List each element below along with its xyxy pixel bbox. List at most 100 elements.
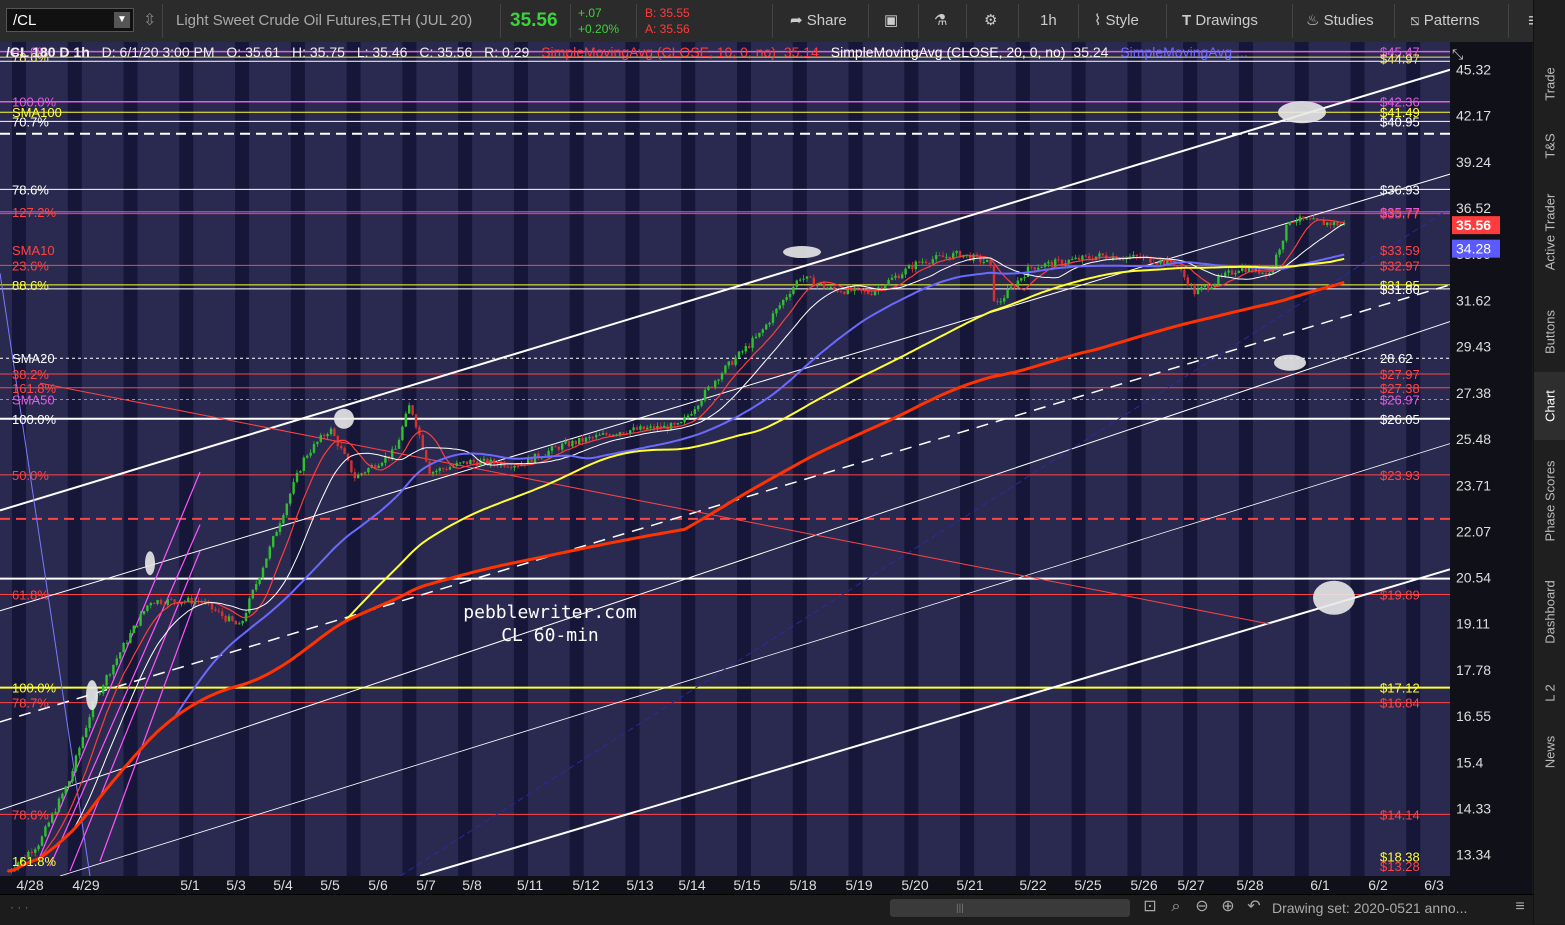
patterns-icon: ⧅: [1410, 12, 1420, 29]
candle-body: [455, 462, 458, 467]
undo-zoom-icon[interactable]: ↶: [1244, 896, 1264, 918]
candle-body: [312, 444, 316, 453]
candle-body: [51, 813, 54, 823]
candle-body: [78, 747, 81, 756]
tab-chart[interactable]: Chart: [1534, 372, 1565, 440]
candle-body: [1285, 224, 1288, 241]
candle-body: [856, 287, 860, 289]
candle-body: [754, 336, 758, 339]
collapse-icon[interactable]: ⤡: [1452, 44, 1463, 64]
candle-body: [714, 380, 717, 388]
candle-body: [510, 466, 513, 468]
candle-body: [588, 437, 591, 439]
link-icon[interactable]: ⇳: [143, 0, 156, 42]
tab-phase-scores[interactable]: Phase Scores: [1534, 444, 1565, 558]
x-tick-label: 5/20: [901, 877, 928, 893]
watermark-line2: CL 60-min: [501, 625, 599, 646]
candle-body: [839, 291, 843, 293]
chevron-down-icon[interactable]: ▼: [114, 12, 130, 28]
chart-title: /CL 180 D 1h: [6, 44, 90, 60]
drawing-set-label[interactable]: Drawing set: 2020-0521 anno...: [1272, 894, 1467, 922]
tab-trade[interactable]: Trade: [1534, 44, 1565, 124]
session-band: [67, 42, 82, 894]
candle-body: [295, 472, 299, 482]
candle-body: [343, 448, 346, 454]
candle-body: [367, 468, 370, 473]
tab-news[interactable]: News: [1534, 722, 1565, 782]
candle-body: [1200, 286, 1203, 290]
sma-more-label[interactable]: SimpleMovingAvg ...: [1120, 44, 1247, 60]
candle-body: [880, 287, 883, 290]
candle-body: [1312, 218, 1315, 220]
y-tick-label: 13.34: [1456, 846, 1491, 862]
candle-body: [397, 439, 401, 449]
flask-icon[interactable]: ⚗: [934, 0, 947, 42]
candle-body: [649, 426, 652, 428]
candle-body: [676, 423, 679, 425]
tab-dashboard[interactable]: Dashboard: [1534, 560, 1565, 664]
candle-body: [1060, 259, 1064, 265]
change-percent: +0.20%: [578, 22, 620, 36]
level-price-label: $36.93: [1380, 182, 1420, 197]
session-band: [904, 42, 919, 894]
tab-active-trader[interactable]: Active Trader: [1534, 172, 1565, 292]
candle-body: [901, 274, 904, 279]
patterns-button[interactable]: ⧅ Patterns: [1410, 0, 1480, 42]
candle-body: [1132, 254, 1135, 257]
candle-body: [887, 279, 890, 286]
candle-body: [1261, 272, 1264, 274]
chart-area[interactable]: 61.8% 78.6% 100.0% SMA100 70.7% 78.6% 127.2% SM…: [0, 42, 1532, 894]
fib-label-left: 38.2%: [12, 367, 49, 382]
session-band: [235, 42, 250, 894]
zoom-in-icon[interactable]: ⊕: [1218, 896, 1238, 918]
candle-body: [1040, 266, 1043, 268]
sma20-label[interactable]: SimpleMovingAvg (CLOSE, 20, 0, no): [831, 44, 1066, 60]
gear-icon[interactable]: ⚙: [984, 0, 997, 42]
level-price-label: $33.59: [1380, 243, 1420, 258]
candle-body: [258, 577, 261, 585]
candle-body: [1275, 254, 1278, 268]
horizontal-scrollbar[interactable]: |||: [890, 899, 1130, 917]
style-icon: ⌇: [1094, 12, 1102, 29]
tab-time-sales[interactable]: T&S: [1534, 124, 1565, 168]
candle-body: [897, 275, 900, 279]
candle-body: [1071, 259, 1074, 261]
candle-body: [785, 297, 788, 300]
interval-button[interactable]: 1h: [1040, 0, 1057, 42]
candle-body: [472, 459, 475, 462]
close-label: C: 35.56: [419, 44, 473, 60]
x-tick-label: 5/13: [626, 877, 653, 893]
candle-body: [1183, 269, 1186, 278]
open-label: O: 35.61: [226, 44, 281, 60]
zoom-out-icon[interactable]: ⊖: [1192, 896, 1212, 918]
candle-body: [635, 427, 639, 430]
fit-chart-icon[interactable]: ⊡: [1140, 896, 1160, 918]
x-tick-label: 4/29: [72, 877, 99, 893]
candle-body: [1278, 249, 1281, 255]
share-icon: ➦: [790, 12, 803, 29]
candle-body: [673, 423, 676, 425]
drawing-set-menu-icon[interactable]: ≡: [1510, 896, 1530, 918]
sma10-label[interactable]: SimpleMovingAvg (CLOSE, 10, 0, no): [541, 44, 776, 60]
candle-body: [690, 413, 693, 416]
studies-button[interactable]: ♨ Studies: [1306, 0, 1374, 42]
grid-icon[interactable]: ▣: [884, 0, 898, 42]
candle-body: [748, 346, 751, 348]
tab-buttons[interactable]: Buttons: [1534, 296, 1565, 368]
search-icon[interactable]: ⌕: [1166, 896, 1186, 918]
candle-body: [884, 285, 887, 290]
share-button[interactable]: ➦ Share: [790, 0, 847, 42]
sma100-line: [7, 257, 1345, 873]
candle-body: [309, 452, 312, 456]
candle-body: [935, 255, 938, 260]
tab-level2[interactable]: L 2: [1534, 668, 1565, 718]
watermark: pebblewriter.com CL 60-min: [0, 602, 1100, 646]
candle-body: [404, 413, 407, 427]
style-button[interactable]: ⌇ Style: [1094, 0, 1139, 42]
symbol-input[interactable]: /CL ▼: [6, 8, 134, 32]
x-tick-label: 5/8: [462, 877, 482, 893]
x-tick-label: 5/19: [845, 877, 872, 893]
candle-body: [928, 263, 931, 265]
candle-body: [870, 293, 873, 295]
drawings-button[interactable]: T Drawings: [1182, 0, 1258, 42]
